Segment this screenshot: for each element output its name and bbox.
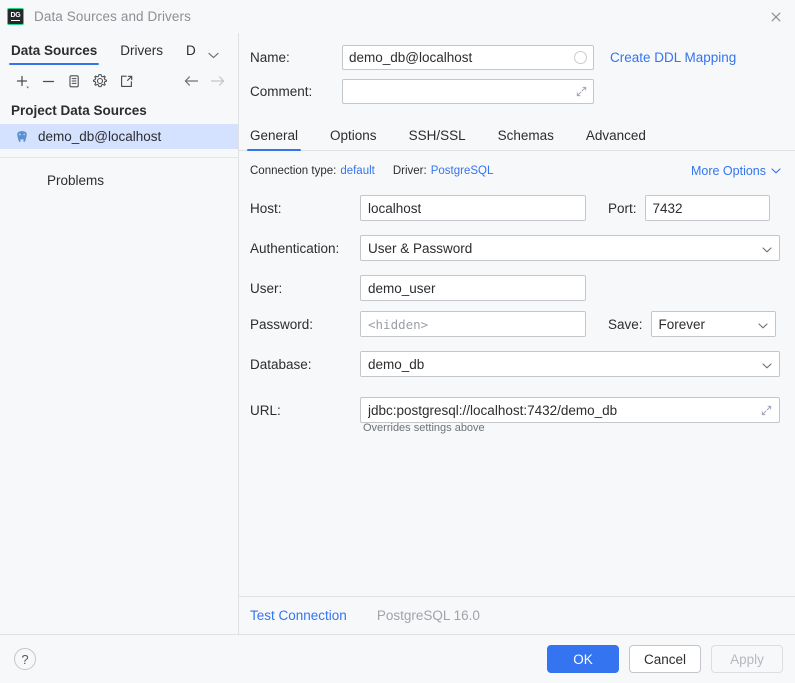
comment-label: Comment: [250,84,313,99]
logo-underline [11,19,20,22]
url-hint: Overrides settings above [363,422,485,434]
duplicate-icon[interactable] [61,69,87,93]
database-label: Database: [250,356,312,372]
host-label: Host: [250,200,282,216]
form-header: Name: demo_db@localhost Create DDL Mappi… [239,33,795,113]
url-label: URL: [250,402,281,418]
driver-value[interactable]: PostgreSQL [431,165,494,177]
dialog-body: Data Sources Drivers D Project Data Sour… [0,33,795,634]
port-input[interactable]: 7432 [644,195,770,221]
user-row: User: demo_user [250,275,781,301]
ok-button[interactable]: OK [546,645,619,673]
user-input-value: demo_user [368,280,436,296]
connection-type-label: Connection type: [250,165,337,177]
sidebar: Data Sources Drivers D Project Data Sour… [0,33,239,634]
cancel-button[interactable]: Cancel [628,645,701,673]
port-label: Port: [608,200,637,216]
host-input-value: localhost [368,200,422,216]
connection-type-value[interactable]: default [340,165,375,177]
name-input-value: demo_db@localhost [349,50,473,65]
chevron-down-icon[interactable] [208,52,219,59]
save-label: Save: [608,316,643,332]
remove-icon[interactable] [35,69,61,93]
tab-ssh-ssl[interactable]: SSH/SSL [409,128,466,150]
dialog-footer: ? OK Cancel Apply [0,634,795,683]
connection-meta-row: Connection type: default Driver: Postgre… [250,164,781,178]
chevron-down-icon [757,317,768,332]
password-placeholder: <hidden> [368,316,429,332]
more-options-label: More Options [690,164,766,178]
create-ddl-mapping-link[interactable]: Create DDL Mapping [610,50,736,65]
port-input-value: 7432 [652,200,683,216]
content-panel: Name: demo_db@localhost Create DDL Mappi… [239,33,795,634]
password-row: Password: <hidden> Save: Forever [250,311,781,337]
title-bar: DG Data Sources and Drivers [0,0,795,33]
postgresql-icon [15,130,29,144]
authentication-value: User & Password [368,240,473,256]
test-connection-bar: Test Connection PostgreSQL 16.0 [239,596,795,634]
color-badge-icon[interactable] [574,51,587,64]
server-version-label: PostgreSQL 16.0 [376,608,480,623]
user-label: User: [250,280,283,296]
name-label: Name: [250,50,290,65]
more-options-button[interactable]: More Options [691,164,781,178]
database-row: Database: demo_db [250,351,781,377]
sidebar-tab-bar: Data Sources Drivers D [0,33,238,65]
comment-input[interactable] [342,79,594,104]
forward-arrow-icon[interactable] [204,69,230,93]
save-select[interactable]: Forever [650,311,776,337]
back-arrow-icon[interactable] [178,69,204,93]
settings-gear-icon[interactable] [87,69,113,93]
url-row: URL: jdbc:postgresql://localhost:7432/de… [250,397,781,423]
test-connection-link[interactable]: Test Connection [250,608,347,623]
apply-button[interactable]: Apply [711,645,783,673]
save-value: Forever [658,316,706,332]
name-row: Name: demo_db@localhost Create DDL Mappi… [250,45,781,70]
authentication-label: Authentication: [250,240,340,256]
user-input[interactable]: demo_user [360,275,586,301]
sidebar-toolbar [0,65,238,97]
sidebar-item-demo-db[interactable]: demo_db@localhost [0,124,238,149]
settings-tab-bar: General Options SSH/SSL Schemas Advanced [239,119,795,151]
authentication-select[interactable]: User & Password [360,235,780,261]
sidebar-tab-data-sources[interactable]: Data Sources [8,43,100,65]
database-select[interactable]: demo_db [360,351,780,377]
comment-row: Comment: [250,79,781,104]
expand-editor-icon[interactable] [761,405,772,416]
tab-schemas[interactable]: Schemas [498,128,554,150]
sidebar-tab-drivers[interactable]: Drivers [120,43,163,65]
authentication-row: Authentication: User & Password [250,235,781,261]
database-value: demo_db [368,356,425,372]
tab-general[interactable]: General [246,128,302,151]
share-export-icon[interactable] [113,69,139,93]
password-label: Password: [250,316,314,332]
url-input[interactable]: jdbc:postgresql://localhost:7432/demo_db [360,397,780,423]
tab-options[interactable]: Options [330,128,377,150]
expand-editor-icon[interactable] [576,86,587,97]
help-icon[interactable]: ? [14,648,36,670]
host-input[interactable]: localhost [360,195,586,221]
sidebar-item-problems[interactable]: Problems [0,158,238,188]
add-icon[interactable] [9,69,35,93]
sidebar-tab-ddl-mappings[interactable]: D [186,43,199,65]
name-input[interactable]: demo_db@localhost [342,45,594,70]
sidebar-item-label: demo_db@localhost [38,129,162,144]
chevron-down-icon [771,168,781,174]
driver-label: Driver: [392,165,427,177]
chevron-down-icon [762,357,772,372]
datagrip-logo-icon: DG [7,8,24,25]
tab-advanced[interactable]: Advanced [586,128,646,150]
window-title: Data Sources and Drivers [34,9,191,24]
general-tab-panel: Connection type: default Driver: Postgre… [239,151,795,596]
data-sources-dialog: DG Data Sources and Drivers Data Sources… [0,0,795,683]
host-port-row: Host: localhost Port: 7432 [250,195,781,221]
password-input[interactable]: <hidden> [360,311,586,337]
logo-text: DG [10,11,21,19]
chevron-down-icon [762,241,772,256]
close-icon[interactable] [765,6,787,28]
sidebar-section-title: Project Data Sources [11,103,147,118]
url-input-value: jdbc:postgresql://localhost:7432/demo_db [368,402,618,418]
